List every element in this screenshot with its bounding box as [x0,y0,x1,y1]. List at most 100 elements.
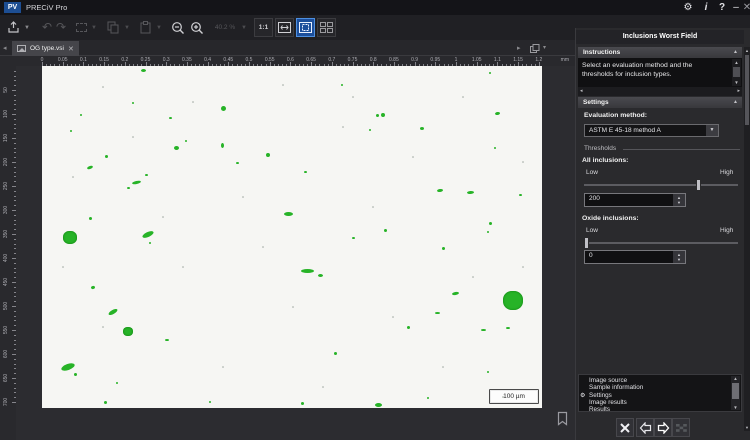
image-workspace: ◂ OG type.vsi ✕ ▸ ▾ mm 0 0.05 0.1 0.15 0.2 0.… [0,40,575,440]
export-image-icon[interactable] [5,19,21,36]
ruler-minor-tick [14,166,16,168]
copy-dropdown-icon[interactable]: ▼ [123,19,131,36]
undo-icon[interactable]: ↶ [41,19,53,36]
inclusion-particle [351,237,355,239]
instructions-vertical-scrollbar[interactable]: ▲ ▼ [732,59,741,86]
inclusion-particle [494,111,500,115]
zoom-out-icon[interactable] [170,19,186,36]
ruler-minor-tick [14,277,16,279]
wizard-step-item[interactable]: Settings [589,392,612,399]
redo-icon[interactable]: ↷ [55,19,67,36]
ruler-minor-tick [14,109,16,111]
inclusion-particle [123,326,133,336]
tab-scroll-left-icon[interactable]: ◂ [3,44,7,52]
inclusion-particle [451,290,459,296]
annotations-bookmark-icon[interactable] [556,411,569,426]
zoom-level-dropdown-icon[interactable]: ▼ [240,19,248,36]
all-inclusions-slider[interactable] [584,179,738,191]
ruler-minor-tick [14,325,16,327]
current-step-icon: ⚙ [580,392,586,399]
instructions-section-header[interactable]: Instructions ▲ [578,47,742,58]
ruler-tick [12,378,16,379]
zoom-level-value[interactable]: 40.2 % [210,19,240,36]
inclusion-particle [506,327,510,329]
paste-icon[interactable] [138,19,152,36]
tile-view-button[interactable] [317,18,336,37]
wizard-step-item[interactable]: Image source [589,377,627,384]
all-inclusions-slider-thumb[interactable] [696,179,702,191]
paste-dropdown-icon[interactable]: ▼ [155,19,163,36]
fit-selection-button[interactable] [296,18,315,37]
panel-scrollbar[interactable]: ▲ ▼ [744,47,750,431]
app-window: PV PRECiV Pro ⚙ i ? – ✕ ▼ ↶ ↷ ▼ ▼ ▼ 40.2… [0,0,750,440]
wizard-list-scrollbar[interactable]: ▲ ▼ [731,376,740,410]
inclusions-panel: Inclusions Worst Field Instructions ▲ Sel… [575,28,750,440]
micrograph-image[interactable]: 100 µm [42,66,542,408]
inclusion-particle [141,229,155,239]
collapse-icon[interactable]: ▲ [733,97,738,108]
oxide-inclusions-high-label: High [720,227,734,234]
dust-speck [102,326,104,328]
zoom-in-icon[interactable] [189,19,205,36]
spinner-buttons[interactable]: ▲ ▼ [673,251,685,263]
export-dropdown-icon[interactable]: ▼ [23,19,31,36]
oxide-inclusions-slider-thumb[interactable] [584,237,589,249]
tab-close-icon[interactable]: ✕ [68,45,74,53]
dust-speck [522,161,524,163]
ruler-tick [12,306,16,307]
gallery-dropdown-icon[interactable]: ▾ [543,44,546,51]
collapse-icon[interactable]: ▲ [733,47,738,58]
ruler-minor-tick [14,118,16,120]
inclusion-particle [266,153,270,157]
inclusion-particle [436,188,444,192]
copy-icon[interactable] [106,19,120,36]
cancel-button[interactable] [616,418,634,437]
oxide-inclusions-value-input[interactable]: 0 ▲ ▼ [584,250,686,264]
finish-flag-icon[interactable] [672,418,690,437]
actual-size-button[interactable]: 1:1 [254,18,273,37]
inclusion-particle [116,382,118,384]
wizard-step-item[interactable]: Image results [589,399,627,406]
ruler-minor-tick [14,253,16,255]
inclusion-particle [427,397,429,399]
document-tab[interactable]: OG type.vsi ✕ [12,41,79,56]
close-icon[interactable]: ✕ [740,0,750,15]
inclusion-particle [126,187,130,189]
all-inclusions-value-input[interactable]: 200 ▲ ▼ [584,193,686,207]
settings-section-header[interactable]: Settings ▲ [578,97,742,108]
panel-title: Inclusions Worst Field [576,30,744,44]
oxide-inclusions-slider[interactable] [584,237,738,249]
gallery-layers-icon[interactable] [530,44,540,53]
fit-to-window-button[interactable] [275,18,294,37]
ruler-minor-tick [14,200,16,202]
wizard-step-item[interactable]: Results [589,406,610,411]
info-icon[interactable]: i [699,0,713,15]
wizard-step-item[interactable]: Sample information [589,384,643,391]
all-inclusions-high-label: High [720,169,734,176]
inclusion-particle [185,140,187,142]
spinner-buttons[interactable]: ▲ ▼ [673,194,685,206]
dust-speck [262,246,264,248]
back-button[interactable] [636,418,654,437]
ruler-minor-tick [14,382,16,384]
next-button[interactable] [654,418,672,437]
instructions-horizontal-scrollbar[interactable]: ◂ ▸ [578,87,742,96]
horizontal-ruler: mm 0 0.05 0.1 0.15 0.2 0.25 0.3 0.35 0.4 0.45 0.5 0… [0,56,575,66]
select-region-icon[interactable] [74,19,88,36]
tab-scroll-right-icon[interactable]: ▸ [517,44,521,52]
inclusion-particle [300,269,314,273]
ruler-tick [12,234,16,235]
help-icon[interactable]: ? [715,0,729,15]
ruler-minor-tick [14,224,16,226]
ruler-minor-tick [14,70,16,72]
inclusion-particle [300,401,304,405]
ruler-tick-label: 200 [3,157,9,167]
inclusion-particle [235,162,239,164]
evaluation-method-select[interactable]: ASTM E 45-18 method A ▼ [584,124,719,137]
select-dropdown-icon[interactable]: ▼ [90,19,98,36]
chevron-down-icon[interactable]: ▼ [706,125,718,136]
ruler-minor-tick [14,291,16,293]
settings-gear-icon[interactable]: ⚙ [681,0,695,15]
inclusion-particle [165,339,169,341]
ruler-minor-tick [14,104,16,106]
